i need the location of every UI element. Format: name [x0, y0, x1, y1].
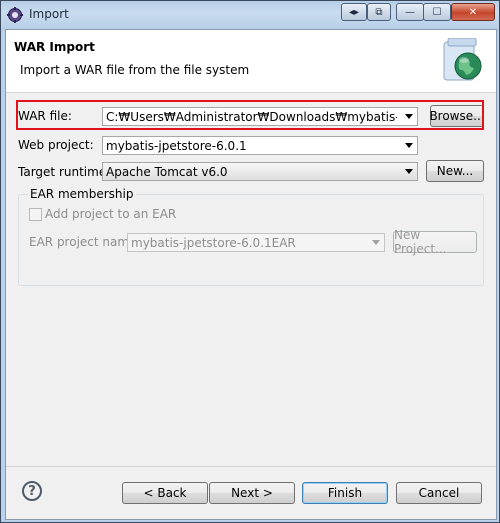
web-project-value: mybatis-jpetstore-6.0.1 — [106, 139, 247, 153]
title-bar[interactable]: Import ◂▸ ⧉ — ☐ ✕ — [1, 1, 499, 29]
chevron-down-icon[interactable] — [405, 143, 413, 148]
ear-membership-group: EAR membership Add project to an EAR EAR… — [18, 187, 484, 286]
target-runtime-label: Target runtime: — [18, 165, 111, 179]
web-project-combo[interactable]: mybatis-jpetstore-6.0.1 — [102, 136, 418, 155]
cancel-button[interactable]: Cancel — [396, 482, 482, 504]
war-file-highlight-box — [16, 100, 484, 130]
target-runtime-value: Apache Tomcat v6.0 — [106, 165, 228, 179]
chevron-down-icon[interactable] — [372, 240, 380, 245]
back-button[interactable]: < Back — [122, 482, 208, 504]
help-icon[interactable]: ? — [22, 481, 42, 501]
new-runtime-button[interactable]: New... — [426, 160, 484, 182]
ear-project-name-combo[interactable]: mybatis-jpetstore-6.0.1EAR — [127, 233, 385, 252]
target-runtime-combo[interactable]: Apache Tomcat v6.0 — [102, 162, 418, 181]
maximize-button[interactable]: ☐ — [423, 3, 451, 21]
import-dialog: Import ◂▸ ⧉ — ☐ ✕ WAR Import Import a WA… — [0, 0, 500, 523]
ear-membership-title: EAR membership — [27, 187, 137, 201]
ear-project-name-value: mybatis-jpetstore-6.0.1EAR — [131, 236, 296, 250]
page-description: Import a WAR file from the file system — [20, 63, 250, 77]
eclipse-gear-icon — [7, 7, 23, 23]
next-button[interactable]: Next > — [209, 482, 295, 504]
button-bar-separator — [6, 466, 496, 467]
new-ear-project-button[interactable]: New Project... — [393, 228, 477, 256]
web-project-label: Web project: — [18, 138, 94, 152]
minimize-button[interactable]: — — [396, 3, 424, 21]
add-to-ear-label: Add project to an EAR — [45, 207, 177, 221]
finish-button[interactable]: Finish — [302, 482, 388, 504]
page-title: WAR Import — [14, 40, 95, 54]
war-import-globe-icon — [443, 38, 482, 81]
close-button[interactable]: ✕ — [451, 3, 495, 21]
dialog-header: WAR Import Import a WAR file from the fi… — [6, 30, 496, 93]
resize-arrows-icon[interactable]: ◂▸ — [341, 3, 367, 21]
chevron-down-icon[interactable] — [405, 169, 413, 174]
dialog-client-area: WAR Import Import a WAR file from the fi… — [5, 29, 497, 520]
window-title: Import — [29, 7, 69, 21]
restore-icon[interactable]: ⧉ — [367, 3, 391, 21]
add-to-ear-checkbox[interactable] — [29, 208, 42, 221]
ear-project-name-label: EAR project name: — [29, 235, 141, 249]
